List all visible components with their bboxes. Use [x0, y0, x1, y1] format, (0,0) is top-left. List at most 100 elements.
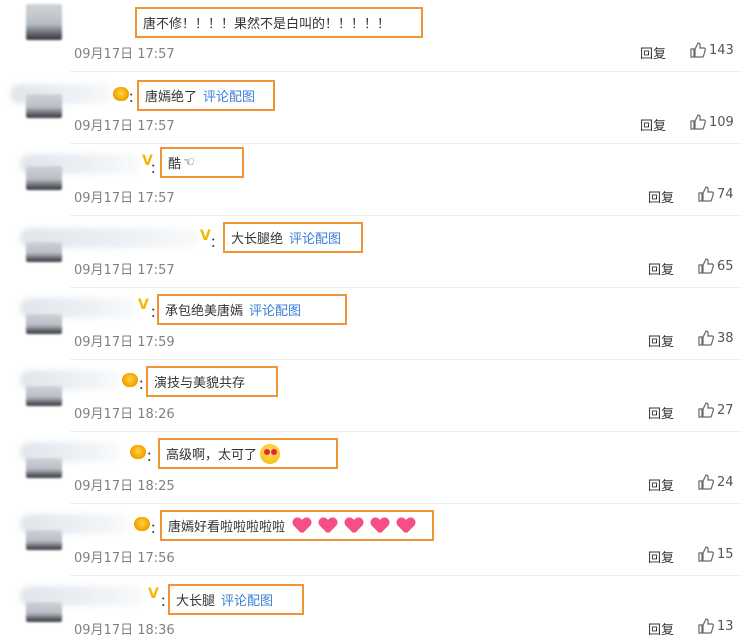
comment-row: V ： 大长腿绝 评论配图 09月17日 17:57 回复 65 — [0, 216, 750, 288]
comment-text: 演技与美貌共存 — [154, 376, 246, 391]
comment-text: 大长腿 — [176, 594, 216, 609]
comment-text: 唐不修！！！！果然不是白叫的！！！！！ — [143, 17, 391, 32]
like-count: 27 — [717, 402, 734, 418]
reply-button[interactable]: 回复 — [648, 331, 674, 350]
comment-text: 唐嫣好看啦啦啦啦啦 — [168, 520, 286, 535]
reply-button[interactable]: 回复 — [648, 403, 674, 422]
like-button[interactable]: 74 — [698, 186, 734, 202]
like-count: 38 — [717, 330, 734, 346]
thumbs-up-icon — [698, 474, 714, 490]
avatar[interactable] — [26, 458, 62, 478]
colon: ： — [210, 236, 224, 251]
reply-button[interactable]: 回复 — [648, 619, 674, 638]
comment-image-link[interactable]: 评论配图 — [203, 86, 255, 105]
comment-highlight-box: 演技与美貌共存 — [146, 366, 278, 397]
comment-row: ： 演技与美貌共存 09月17日 18:26 回复 27 — [0, 360, 750, 432]
comment-highlight-box: 酷 ☜ — [160, 147, 244, 178]
heart-emoji-icon — [397, 518, 415, 534]
like-button[interactable]: 15 — [698, 546, 734, 562]
comment-text: 大长腿绝 — [231, 232, 284, 247]
like-button[interactable]: 24 — [698, 474, 734, 490]
heart-emoji-icon — [371, 518, 389, 534]
comment-image-link[interactable]: 评论配图 — [221, 590, 273, 609]
comment-highlight-box: 高级啊，太可了 — [158, 438, 338, 469]
comment-row: V ： 承包绝美唐嫣 评论配图 09月17日 17:59 回复 38 — [0, 288, 750, 360]
comment-row: ： 高级啊，太可了 09月17日 18:25 回复 24 — [0, 432, 750, 504]
comment-timestamp: 09月17日 17:57 — [74, 191, 175, 206]
comment-row: V ： 大长腿 评论配图 09月17日 18:36 回复 13 — [0, 576, 750, 643]
reply-button[interactable]: 回复 — [648, 187, 674, 206]
heart-eyes-emoji-icon — [260, 443, 281, 464]
comment-highlight-box: 唐嫣绝了 评论配图 — [137, 80, 275, 111]
comment-timestamp: 09月17日 18:26 — [74, 407, 175, 422]
comment-highlight-box: 唐不修！！！！果然不是白叫的！！！！！ — [135, 7, 423, 38]
reply-button[interactable]: 回复 — [640, 43, 666, 62]
like-count: 15 — [717, 546, 734, 562]
comment-highlight-box: 唐嫣好看啦啦啦啦啦 — [160, 510, 434, 541]
thumbs-up-icon — [698, 330, 714, 346]
comment-timestamp: 09月17日 17:57 — [74, 47, 175, 62]
like-button[interactable]: 27 — [698, 402, 734, 418]
comment-timestamp: 09月17日 17:57 — [74, 263, 175, 278]
like-count: 13 — [717, 618, 734, 634]
like-button[interactable]: 38 — [698, 330, 734, 346]
comment-row: V ： 酷 ☜ 09月17日 17:57 回复 74 — [0, 144, 750, 216]
comment-image-link[interactable]: 评论配图 — [289, 228, 341, 247]
like-count: 109 — [709, 114, 734, 130]
thumbs-up-icon — [690, 114, 706, 130]
like-count: 74 — [717, 186, 734, 202]
like-button[interactable]: 109 — [690, 114, 734, 130]
reply-button[interactable]: 回复 — [648, 547, 674, 566]
thumbs-up-icon — [698, 618, 714, 634]
crown-badge-icon — [122, 373, 138, 387]
avatar[interactable] — [26, 530, 62, 550]
crown-badge-icon — [134, 517, 150, 531]
comment-highlight-box: 大长腿 评论配图 — [168, 584, 304, 615]
like-count: 143 — [709, 42, 734, 58]
thumbs-up-icon — [698, 186, 714, 202]
pointing-hand-emoji-icon: ☜ — [183, 155, 195, 170]
avatar[interactable] — [26, 242, 62, 262]
avatar[interactable] — [26, 94, 62, 118]
like-count: 24 — [717, 474, 734, 490]
like-button[interactable]: 13 — [698, 618, 734, 634]
comment-text: 承包绝美唐嫣 — [165, 304, 244, 319]
comment-row: ： 唐嫣好看啦啦啦啦啦 09月17日 17:56 回复 15 — [0, 504, 750, 576]
avatar[interactable] — [26, 166, 62, 190]
vip-badge-icon: V — [148, 586, 159, 602]
thumbs-up-icon — [698, 546, 714, 562]
heart-emoji-icon — [293, 518, 311, 534]
comment-timestamp: 09月17日 17:59 — [74, 335, 175, 350]
comment-timestamp: 09月17日 18:36 — [74, 623, 175, 638]
thumbs-up-icon — [698, 402, 714, 418]
avatar[interactable] — [26, 386, 62, 406]
comment-text: 酷 — [168, 157, 182, 172]
comment-row: ： 唐嫣绝了 评论配图 09月17日 17:57 回复 109 — [0, 72, 750, 144]
comment-list: 唐不修！！！！果然不是白叫的！！！！！ 09月17日 17:57 回复 143 … — [0, 0, 750, 643]
thumbs-up-icon — [690, 42, 706, 58]
avatar[interactable] — [26, 314, 62, 334]
thumbs-up-icon — [698, 258, 714, 274]
comment-timestamp: 09月17日 17:57 — [74, 119, 175, 134]
comment-image-link[interactable]: 评论配图 — [249, 300, 301, 319]
like-button[interactable]: 65 — [698, 258, 734, 274]
crown-badge-icon — [130, 445, 146, 459]
comment-row: 唐不修！！！！果然不是白叫的！！！！！ 09月17日 17:57 回复 143 — [0, 0, 750, 72]
avatar[interactable] — [26, 4, 62, 40]
heart-emoji-icon — [345, 518, 363, 534]
comment-text: 唐嫣绝了 — [145, 90, 198, 105]
reply-button[interactable]: 回复 — [648, 259, 674, 278]
reply-button[interactable]: 回复 — [648, 475, 674, 494]
comment-timestamp: 09月17日 18:25 — [74, 479, 175, 494]
like-button[interactable]: 143 — [690, 42, 734, 58]
like-count: 65 — [717, 258, 734, 274]
reply-button[interactable]: 回复 — [640, 115, 666, 134]
heart-emoji-icon — [319, 518, 337, 534]
avatar[interactable] — [26, 602, 62, 622]
comment-text: 高级啊，太可了 — [166, 448, 258, 463]
crown-badge-icon — [113, 87, 129, 101]
vip-badge-icon: V — [138, 297, 149, 313]
comment-highlight-box: 承包绝美唐嫣 评论配图 — [157, 294, 347, 325]
comment-highlight-box: 大长腿绝 评论配图 — [223, 222, 363, 253]
comment-timestamp: 09月17日 17:56 — [74, 551, 175, 566]
